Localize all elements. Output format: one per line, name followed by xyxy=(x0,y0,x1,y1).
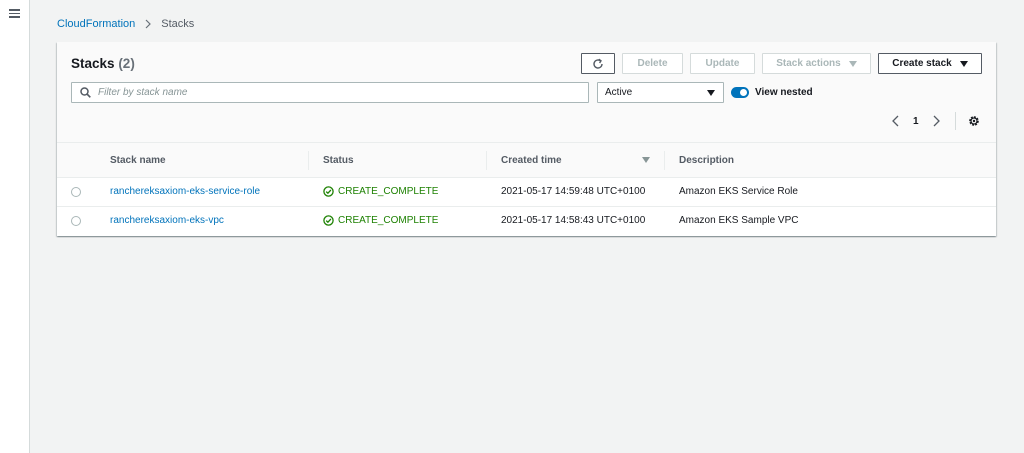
side-navigation xyxy=(0,0,30,453)
stacks-count: (2) xyxy=(118,56,135,71)
create-stack-button[interactable]: Create stack xyxy=(878,53,982,74)
filter-stack-name-input[interactable] xyxy=(98,85,578,100)
breadcrumb-cloudformation-link[interactable]: CloudFormation xyxy=(57,18,135,30)
check-circle-icon xyxy=(323,215,334,226)
status-filter-value: Active xyxy=(605,87,633,98)
description: Amazon EKS Sample VPC xyxy=(679,215,799,226)
table-row[interactable]: ranchereksaxiom-eks-vpc CREATE_COMPLETE … xyxy=(57,207,996,236)
status-text: CREATE_COMPLETE xyxy=(338,186,439,197)
menu-icon[interactable] xyxy=(9,9,20,18)
row-select-radio[interactable] xyxy=(71,216,81,226)
sort-descending-icon[interactable] xyxy=(642,157,650,163)
stack-name-link[interactable]: ranchereksaxiom-eks-service-role xyxy=(110,186,260,197)
refresh-icon xyxy=(593,58,603,69)
status-text: CREATE_COMPLETE xyxy=(338,215,439,226)
description: Amazon EKS Service Role xyxy=(679,186,798,197)
table-header: Stack name Status Created time Descripti… xyxy=(57,143,996,178)
delete-button[interactable]: Delete xyxy=(622,53,683,74)
caret-down-icon xyxy=(959,60,968,67)
breadcrumb: CloudFormation Stacks xyxy=(57,17,194,31)
check-circle-icon xyxy=(323,186,334,197)
column-header-created-time[interactable]: Created time xyxy=(501,155,562,166)
created-time: 2021-05-17 14:58:43 UTC+0100 xyxy=(501,215,646,226)
status-badge: CREATE_COMPLETE xyxy=(323,215,438,226)
toggle-knob xyxy=(740,89,747,96)
page-number[interactable]: 1 xyxy=(913,116,919,127)
search-icon xyxy=(80,87,91,98)
caret-down-icon xyxy=(707,90,715,96)
chevron-right-icon[interactable] xyxy=(931,115,941,127)
stacks-panel: Stacks (2) Delete Update Stack actions C… xyxy=(57,42,996,236)
table-row[interactable]: ranchereksaxiom-eks-service-role CREATE_… xyxy=(57,178,996,207)
gear-icon[interactable] xyxy=(968,115,980,127)
column-divider xyxy=(308,151,309,170)
pagination-divider xyxy=(955,112,956,130)
stack-actions-label: Stack actions xyxy=(776,58,841,69)
breadcrumb-current: Stacks xyxy=(161,18,195,30)
page-title: Stacks (2) xyxy=(71,56,135,71)
create-stack-label: Create stack xyxy=(892,58,952,69)
stacks-title: Stacks xyxy=(71,56,115,71)
stack-actions-button[interactable]: Stack actions xyxy=(762,53,871,74)
refresh-button[interactable] xyxy=(581,53,615,74)
column-header-stack-name[interactable]: Stack name xyxy=(110,155,166,166)
view-nested-toggle[interactable] xyxy=(731,87,749,98)
chevron-left-icon[interactable] xyxy=(891,115,901,127)
filter-search xyxy=(71,82,589,103)
status-badge: CREATE_COMPLETE xyxy=(323,186,438,197)
panel-header: Stacks (2) Delete Update Stack actions C… xyxy=(57,42,996,143)
caret-down-icon xyxy=(848,60,857,67)
column-header-status[interactable]: Status xyxy=(323,155,354,166)
created-time: 2021-05-17 14:59:48 UTC+0100 xyxy=(501,186,646,197)
column-header-description[interactable]: Description xyxy=(679,155,734,166)
row-select-radio[interactable] xyxy=(71,187,81,197)
view-nested-label: View nested xyxy=(755,87,813,98)
stack-name-link[interactable]: ranchereksaxiom-eks-vpc xyxy=(110,215,224,226)
column-divider xyxy=(486,151,487,170)
pagination: 1 xyxy=(891,112,941,130)
chevron-right-icon xyxy=(145,19,152,29)
column-divider xyxy=(664,151,665,170)
status-filter-select[interactable]: Active xyxy=(597,82,724,103)
update-button[interactable]: Update xyxy=(690,53,755,74)
